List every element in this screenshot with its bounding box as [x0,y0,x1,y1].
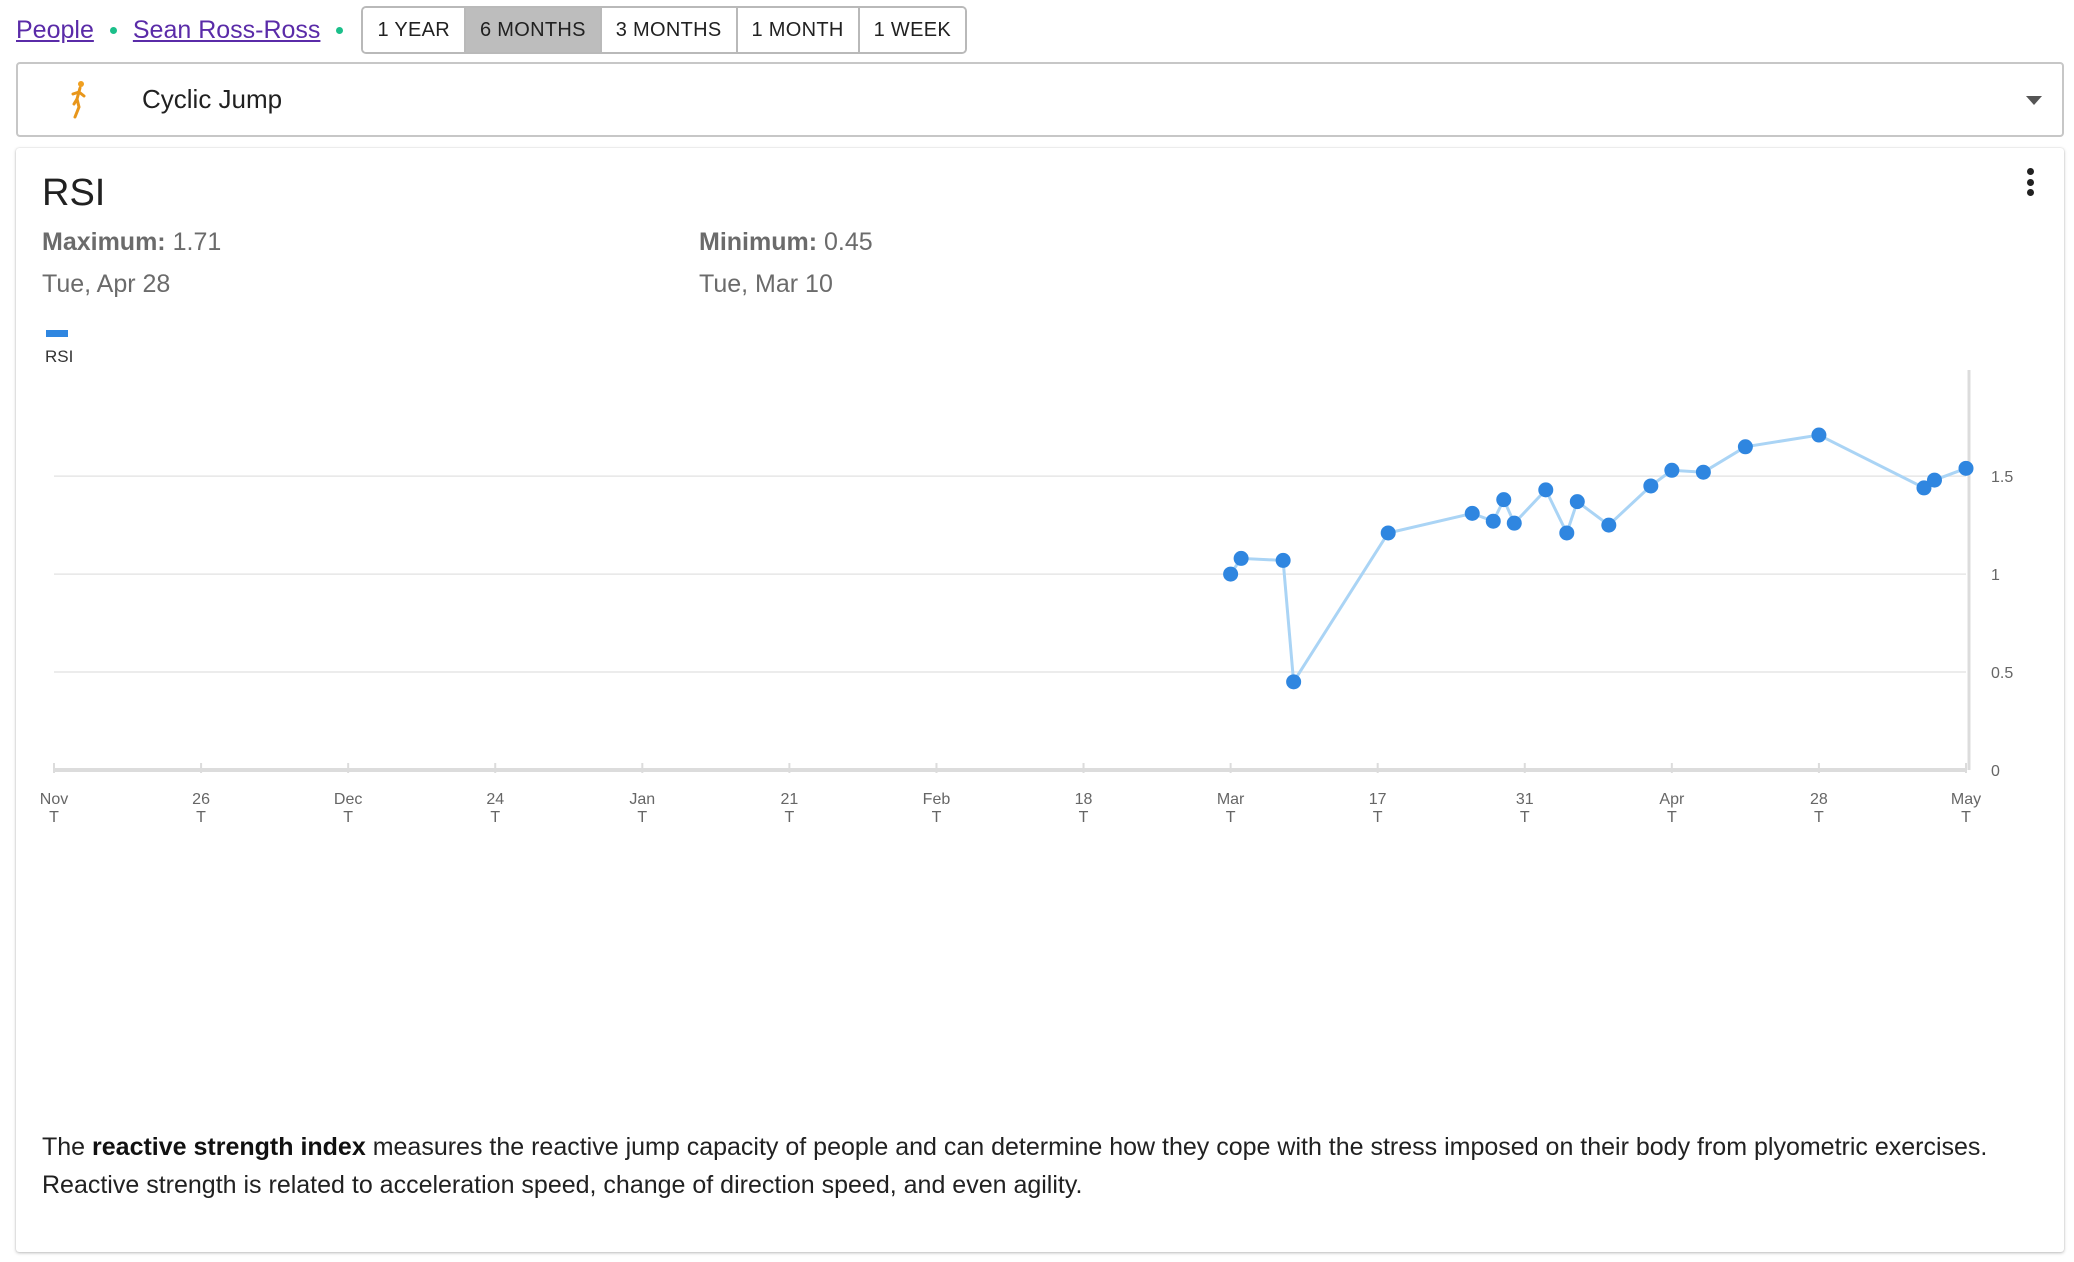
minimum-stat: Minimum: 0.45 [699,228,873,257]
breadcrumb-person-link[interactable]: Sean Ross-Ross [133,16,321,45]
x-tick-sublabel: T [343,809,353,826]
y-tick-label: 0.5 [1991,665,2013,682]
y-tick-label: 1 [1991,567,2000,584]
x-tick-sublabel: T [490,809,500,826]
data-point [1223,566,1239,582]
data-point [1737,439,1753,455]
x-tick-sublabel: T [1667,809,1677,826]
x-tick-sublabel: T [932,809,942,826]
data-point [1380,525,1396,541]
breadcrumb-separator [109,26,117,34]
x-tick-label: May [1951,791,1981,808]
x-tick-sublabel: T [49,809,59,826]
data-point [1695,464,1711,480]
period-6-months-button[interactable]: 6 MONTHS [466,8,602,52]
series-line [1229,433,1967,687]
x-tick-sublabel: T [1226,809,1236,826]
description: The reactive strength index measures the… [42,1128,2032,1204]
x-tick-sublabel: T [1814,809,1824,826]
period-1-year-button[interactable]: 1 YEAR [363,8,467,52]
running-figure-icon [71,81,86,119]
description-pre: The [42,1133,93,1161]
minimum-label: Minimum: [699,228,818,256]
x-tick-label: Nov [40,791,68,808]
x-tick-label: 24 [486,791,504,808]
x-tick-label: Jan [629,791,655,808]
x-tick-label: Mar [1217,791,1245,808]
minimum-date: Tue, Mar 10 [699,270,833,298]
legend-label[interactable]: RSI [45,347,73,367]
exercise-label: Cyclic Jump [142,84,283,114]
description-term: reactive strength index [92,1133,366,1161]
period-selector: 1 YEAR 6 MONTHS 3 MONTHS 1 MONTH 1 WEEK [361,6,968,54]
minimum-value: 0.45 [824,228,873,256]
data-point [1233,550,1249,566]
card-title: RSI [42,172,106,214]
x-tick-sublabel: T [1961,809,1971,826]
data-point [1275,552,1291,568]
exercise-dropdown[interactable]: Cyclic Jump [16,62,2064,137]
data-point [1643,478,1659,494]
x-tick-label: 31 [1516,791,1534,808]
data-point [1958,460,1974,476]
maximum-date: Tue, Apr 28 [42,270,171,298]
x-tick-sublabel: T [1079,809,1089,826]
data-point [1506,515,1522,531]
data-point [1664,462,1680,478]
data-point [1286,674,1302,690]
top-bar: People Sean Ross-Ross 1 YEAR 6 MONTHS 3 … [16,6,968,54]
x-tick-label: 28 [1810,791,1828,808]
x-tick-sublabel: T [1520,809,1530,826]
dropdown-caret-icon[interactable] [2026,96,2042,105]
y-tick-label: 0 [1991,763,2000,780]
data-point [1485,513,1501,529]
x-tick-label: 26 [192,791,210,808]
more-options-icon[interactable] [2018,164,2042,200]
y-tick-label: 1.5 [1991,469,2013,486]
maximum-value: 1.71 [172,228,222,256]
data-point [1926,472,1942,488]
maximum-stat: Maximum: 1.71 [42,228,221,257]
data-point [1569,494,1585,510]
period-3-months-button[interactable]: 3 MONTHS [601,8,738,52]
breadcrumb-separator [336,26,344,34]
maximum-label: Maximum: [42,228,166,256]
x-tick-label: 17 [1369,791,1387,808]
breadcrumb-people-link[interactable]: People [16,16,94,45]
period-1-month-button[interactable]: 1 MONTH [737,8,860,52]
rsi-line-chart: 00.511.5NovT26TDecT24TJanT21TFebT18TMarT… [40,370,2013,826]
rsi-card: RSI Maximum: 1.71 Tue, Apr 28 Minimum: 0… [16,148,2064,1252]
x-tick-sublabel: T [784,809,794,826]
x-tick-sublabel: T [196,809,206,826]
x-tick-sublabel: T [637,809,647,826]
x-tick-label: 18 [1075,791,1093,808]
data-point [1538,482,1554,498]
x-tick-label: 21 [780,791,798,808]
data-point [1811,427,1827,443]
period-1-week-button[interactable]: 1 WEEK [859,8,966,52]
data-point [1559,525,1575,541]
legend-swatch[interactable] [46,330,68,337]
x-tick-label: Feb [923,791,951,808]
x-tick-sublabel: T [1373,809,1383,826]
data-point [1464,505,1480,521]
data-point [1601,517,1617,533]
data-point [1496,492,1512,508]
x-tick-label: Dec [334,791,362,808]
x-tick-label: Apr [1659,791,1685,808]
